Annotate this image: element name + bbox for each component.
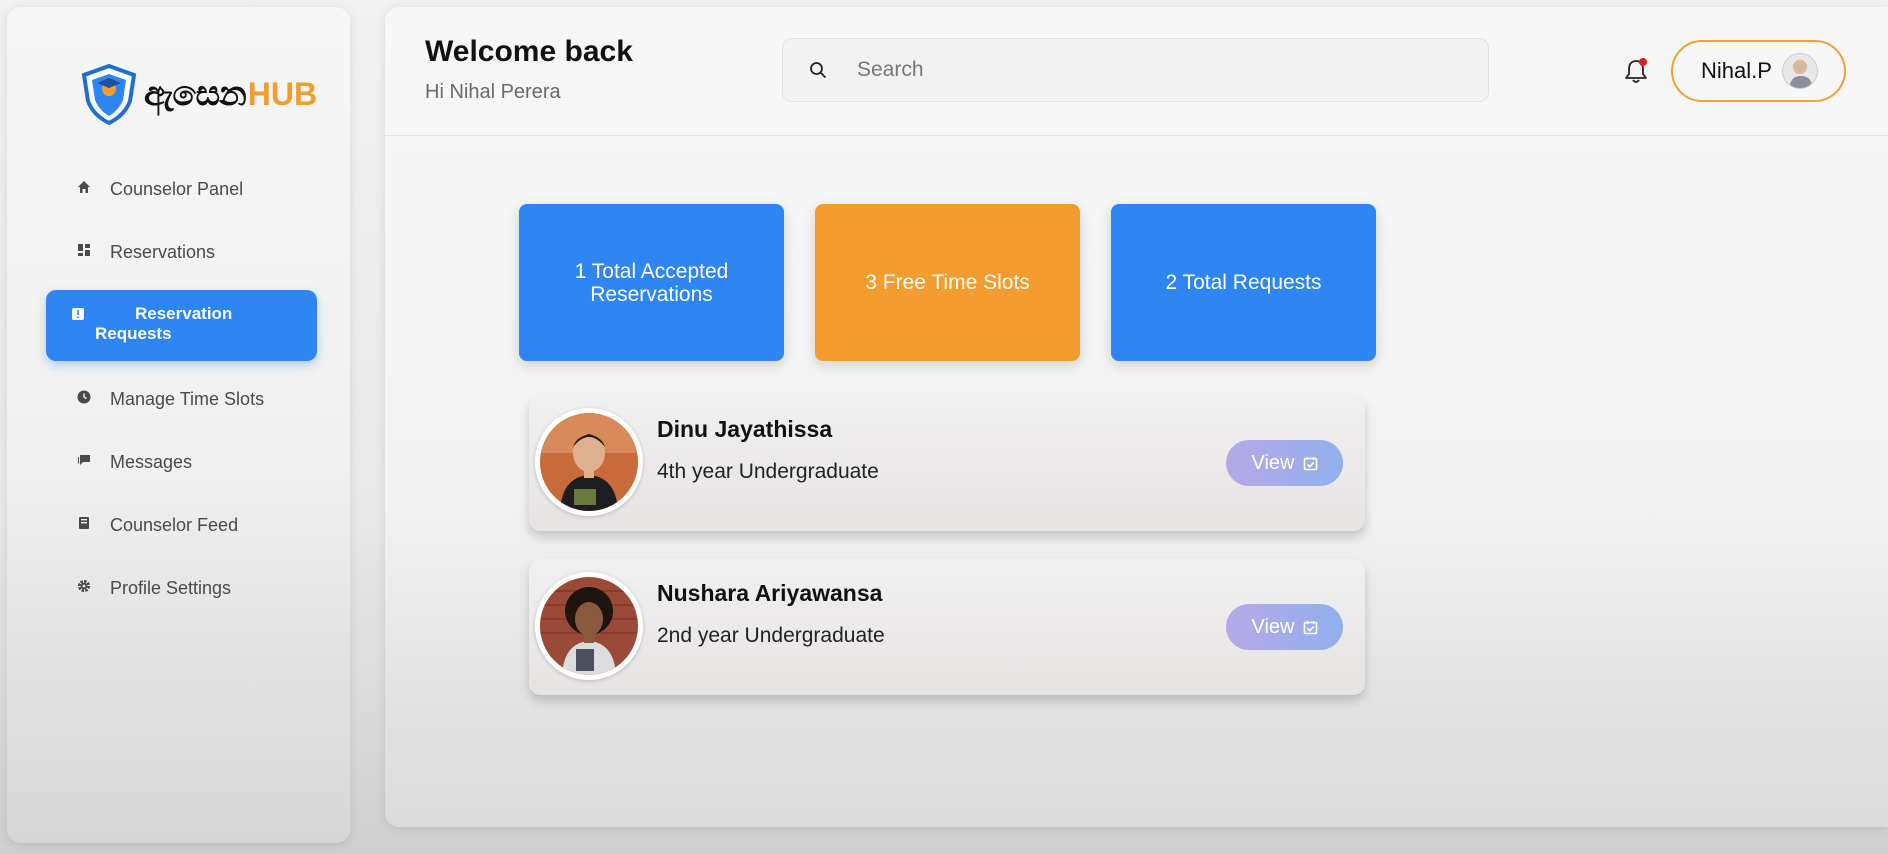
view-request-button[interactable]: View xyxy=(1226,440,1343,486)
student-year: 4th year Undergraduate xyxy=(657,460,879,483)
search-icon xyxy=(810,62,826,78)
student-name: Nushara Ariyawansa xyxy=(657,580,883,606)
sidebar-item-reservations[interactable]: Reservations xyxy=(46,241,317,263)
sidebar-item-label: Reservations xyxy=(110,242,216,262)
sidebar-item-label: Counselor Panel xyxy=(110,179,244,199)
chat-icon xyxy=(77,453,91,467)
gear-icon xyxy=(77,579,91,593)
sidebar-item-label: Counselor Feed xyxy=(110,515,239,535)
shield-logo-icon xyxy=(81,63,137,125)
search-input[interactable] xyxy=(857,58,1457,82)
calendar-check-icon xyxy=(1303,620,1317,634)
view-button-label: View xyxy=(1251,451,1295,474)
clock-icon xyxy=(77,390,91,404)
sidebar-item-counselor-panel[interactable]: Counselor Panel xyxy=(46,178,317,200)
avatar xyxy=(1781,53,1818,89)
sidebar-item-label: Reservation Requests xyxy=(95,304,233,343)
top-header: Welcome back Hi Nihal Perera Nihal.P xyxy=(385,7,1888,136)
calendar-check-icon xyxy=(1303,456,1317,470)
request-card: Dinu Jayathissa 4th year Undergraduate V… xyxy=(529,395,1365,531)
main-content: Welcome back Hi Nihal Perera Nihal.P 1 T… xyxy=(385,7,1888,827)
request-card: Nushara Ariyawansa 2nd year Undergraduat… xyxy=(529,559,1365,695)
sidebar-item-label: Profile Settings xyxy=(110,578,232,598)
dashboard-icon xyxy=(77,243,91,257)
avatar xyxy=(535,408,643,516)
sidebar-item-counselor-feed[interactable]: Counselor Feed xyxy=(46,514,317,536)
stat-label: 1 Total Accepted Reservations xyxy=(574,259,729,306)
sidebar-item-label: Messages xyxy=(110,452,193,472)
view-request-button[interactable]: View xyxy=(1226,604,1343,650)
app-logo[interactable]: ඇසෙන HUB xyxy=(80,62,317,126)
sidebar-item-messages[interactable]: Messages xyxy=(46,451,317,473)
stat-label: 2 Total Requests xyxy=(1165,271,1322,294)
student-name: Dinu Jayathissa xyxy=(657,416,833,442)
logo-script-text: ඇසෙන xyxy=(144,74,247,114)
search-bar[interactable] xyxy=(782,38,1489,102)
sidebar-item-profile-settings[interactable]: Profile Settings xyxy=(46,577,317,599)
stat-card-total-requests[interactable]: 2 Total Requests xyxy=(1111,204,1376,361)
page-title: Welcome back xyxy=(425,35,633,68)
book-icon xyxy=(77,516,91,530)
logo-hub-text: HUB xyxy=(247,75,318,112)
stat-card-accepted-reservations[interactable]: 1 Total Accepted Reservations xyxy=(519,204,784,361)
user-greeting: Hi Nihal Perera xyxy=(425,81,561,103)
user-profile-button[interactable]: Nihal.P xyxy=(1671,40,1846,102)
notification-bell-icon[interactable] xyxy=(1623,57,1649,85)
stat-label: 3 Free Time Slots xyxy=(865,271,1030,294)
user-name: Nihal.P xyxy=(1701,58,1772,83)
sidebar-item-manage-time-slots[interactable]: Manage Time Slots xyxy=(46,388,317,410)
stat-card-free-time-slots[interactable]: 3 Free Time Slots xyxy=(815,204,1080,361)
view-button-label: View xyxy=(1251,615,1295,638)
sidebar-item-label: Manage Time Slots xyxy=(110,389,265,409)
alert-badge-icon xyxy=(71,307,85,321)
sidebar: ඇසෙන HUB Counselor Panel Reservations Re… xyxy=(7,7,350,843)
student-year: 2nd year Undergraduate xyxy=(657,624,885,647)
sidebar-item-reservation-requests[interactable]: Reservation Requests xyxy=(46,290,317,361)
avatar xyxy=(535,572,643,680)
home-icon xyxy=(77,180,91,194)
